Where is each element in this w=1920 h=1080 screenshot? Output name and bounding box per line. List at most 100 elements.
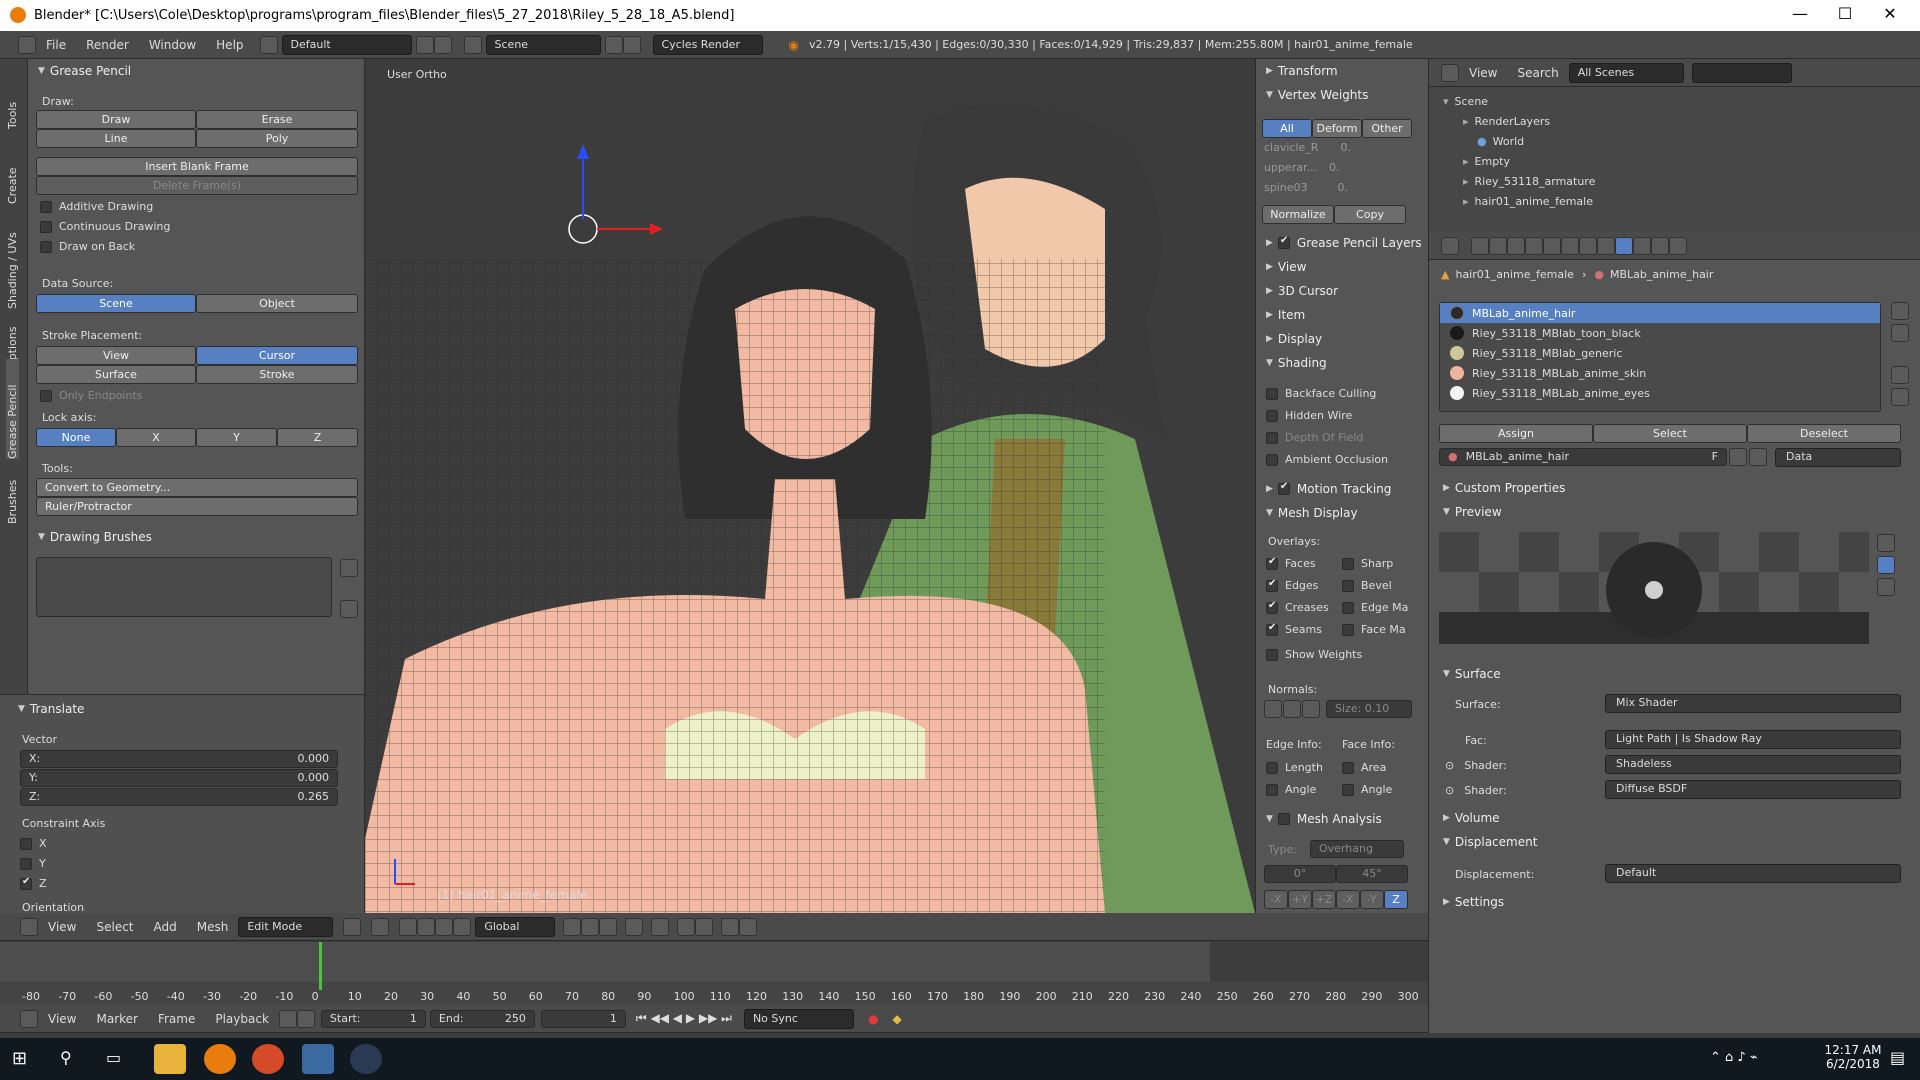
axis-neg-x-button[interactable]: -X	[1264, 890, 1288, 909]
tree-item-empty[interactable]: ▸ Empty	[1429, 151, 1920, 171]
viewport-shading-icon[interactable]	[343, 917, 362, 936]
settings-header[interactable]: ▶ Settings	[1437, 892, 1504, 912]
material-name-field[interactable]: ● MBLab_anime_hair F	[1439, 448, 1727, 466]
normalize-button[interactable]: Normalize	[1262, 205, 1334, 224]
deselect-button[interactable]: Deselect	[1747, 424, 1901, 443]
vector-x-field[interactable]: X: 0.000	[20, 750, 338, 768]
tree-item-world[interactable]: ● World	[1429, 131, 1920, 151]
custom-properties-header[interactable]: ▶ Custom Properties	[1437, 478, 1565, 498]
translate-manip-icon[interactable]	[417, 917, 436, 936]
shader1-dropdown[interactable]: Shadeless	[1605, 755, 1901, 774]
snap-element-icon[interactable]	[695, 917, 714, 936]
axis-pos-y-button[interactable]: +Y	[1288, 890, 1312, 909]
displacement-dropdown[interactable]: Default	[1605, 864, 1901, 883]
poly-button[interactable]: Poly	[196, 129, 358, 148]
vw-all-button[interactable]: All	[1262, 119, 1312, 138]
store-icon[interactable]	[302, 1044, 334, 1074]
minimize-button[interactable]: —	[1780, 4, 1820, 26]
preview-flat-icon[interactable]	[1877, 556, 1895, 574]
bevel-checkbox[interactable]: Bevel	[1342, 579, 1392, 592]
preview-header[interactable]: ▼ Preview	[1437, 502, 1502, 522]
depth-of-field-checkbox[interactable]: Depth Of Field	[1266, 431, 1363, 444]
insert-blank-frame-button[interactable]: Insert Blank Frame	[36, 157, 358, 176]
vector-y-field[interactable]: Y: 0.000	[20, 769, 338, 787]
data-tab-icon[interactable]	[1597, 236, 1615, 255]
draw-on-back-checkbox[interactable]: Draw on Back	[40, 240, 135, 253]
motion-tracking-header[interactable]: ▶Motion Tracking	[1260, 479, 1391, 499]
shading-header[interactable]: ▼ Shading	[1260, 353, 1327, 373]
vector-z-field[interactable]: Z: 0.265	[20, 788, 338, 806]
menu-add[interactable]: Add	[144, 920, 187, 934]
faces-checkbox[interactable]: Faces	[1266, 556, 1316, 570]
start-frame-field[interactable]: Start: 1	[320, 1009, 426, 1028]
vertex-select-icon[interactable]	[563, 917, 582, 936]
grease-pencil-header[interactable]: ▼ Grease Pencil	[32, 61, 131, 81]
constraints-tab-icon[interactable]	[1561, 236, 1579, 255]
seams-checkbox[interactable]: Seams	[1266, 622, 1322, 636]
remove-layout-icon[interactable]	[433, 35, 452, 54]
menu-render[interactable]: Render	[76, 38, 139, 52]
add-material-slot-icon[interactable]	[1891, 302, 1909, 320]
item-header[interactable]: ▶ Item	[1260, 305, 1305, 325]
unlink-material-icon[interactable]	[1749, 448, 1767, 466]
keying-set-icon[interactable]: ◆	[892, 1012, 901, 1026]
editor-type-icon[interactable]	[1441, 236, 1459, 255]
material-slot-list[interactable]: MBLab_anime_hair Riey_53118_MBlab_toon_b…	[1439, 302, 1881, 412]
render-engine-dropdown[interactable]: Cycles Render	[652, 34, 763, 55]
area-checkbox[interactable]: Area	[1342, 761, 1386, 774]
opengl-render-icon[interactable]	[721, 917, 740, 936]
end-frame-field[interactable]: End: 250	[429, 1009, 535, 1028]
vw-other-button[interactable]: Other	[1362, 119, 1412, 138]
task-view-icon[interactable]: ▭	[106, 1048, 121, 1067]
render-tab-icon[interactable]	[1471, 236, 1489, 255]
new-material-icon[interactable]	[1729, 448, 1747, 466]
add-brush-icon[interactable]	[340, 559, 358, 577]
opengl-anim-icon[interactable]	[739, 917, 758, 936]
notification-icon[interactable]: ▤	[1890, 1048, 1905, 1067]
face-select-icon[interactable]	[599, 917, 618, 936]
drawing-brushes-header[interactable]: ▼ Drawing Brushes	[32, 527, 152, 547]
menu-frame[interactable]: Frame	[148, 1012, 205, 1026]
erase-button[interactable]: Erase	[196, 110, 358, 129]
tree-item-hair[interactable]: ▸ hair01_anime_female	[1429, 191, 1920, 211]
tab-shading-uvs[interactable]: Shading / UVs	[6, 232, 19, 309]
3d-viewport[interactable]: User Ortho (1) hair01_anime_female	[365, 59, 1255, 913]
copy-button[interactable]: Copy	[1334, 205, 1406, 224]
lock-axis-x-button[interactable]: X	[116, 428, 196, 447]
axis-pos-z-button[interactable]: +Z	[1312, 890, 1336, 909]
vertex-group-row[interactable]: clavicle_R 0.	[1264, 141, 1351, 154]
vertex-weights-header[interactable]: ▼ Vertex Weights	[1260, 85, 1368, 105]
tree-item-renderlayers[interactable]: ▸ RenderLayers	[1429, 111, 1920, 131]
edge-select-icon[interactable]	[581, 917, 600, 936]
material-slot[interactable]: Riey_53118_MBLab_anime_skin	[1440, 363, 1880, 383]
creases-checkbox[interactable]: Creases	[1266, 600, 1329, 614]
sync-dropdown[interactable]: No Sync	[743, 1008, 854, 1029]
hidden-wire-checkbox[interactable]: Hidden Wire	[1266, 409, 1352, 422]
tab-create[interactable]: Create	[6, 167, 19, 204]
translate-header[interactable]: ▼ Translate	[12, 699, 84, 719]
file-explorer-icon[interactable]	[154, 1044, 186, 1074]
editor-type-icon[interactable]	[20, 917, 38, 936]
fac-input-dropdown[interactable]: Light Path | Is Shadow Ray	[1605, 730, 1901, 749]
editor-type-icon[interactable]	[1441, 63, 1459, 82]
world-tab-icon[interactable]	[1525, 236, 1543, 255]
ambient-occlusion-checkbox[interactable]: Ambient Occlusion	[1266, 453, 1388, 466]
close-button[interactable]: ✕	[1870, 4, 1910, 26]
length-checkbox[interactable]: Length	[1266, 761, 1323, 774]
object-tab-icon[interactable]	[1543, 236, 1561, 255]
convert-to-geometry-dropdown[interactable]: Convert to Geometry...	[36, 478, 358, 497]
material-slot[interactable]: Riey_53118_MBLab_anime_eyes	[1440, 383, 1880, 403]
lock-axis-y-button[interactable]: Y	[196, 428, 277, 447]
analysis-min-angle-field[interactable]: 0°	[1264, 865, 1336, 883]
move-slot-down-icon[interactable]	[1891, 388, 1909, 406]
search-icon[interactable]: ⚲	[60, 1048, 72, 1067]
tree-item-scene[interactable]: ▾ Scene	[1429, 91, 1920, 111]
tab-brushes[interactable]: Brushes	[6, 480, 19, 524]
constraint-x-checkbox[interactable]: X	[20, 837, 47, 850]
continuous-drawing-checkbox[interactable]: Continuous Drawing	[40, 220, 170, 233]
scene-tab-icon[interactable]	[1507, 236, 1525, 255]
menu-window[interactable]: Window	[139, 38, 206, 52]
additive-drawing-checkbox[interactable]: Additive Drawing	[40, 200, 153, 213]
constraint-y-checkbox[interactable]: Y	[20, 857, 46, 870]
maximize-button[interactable]: ☐	[1825, 4, 1865, 26]
